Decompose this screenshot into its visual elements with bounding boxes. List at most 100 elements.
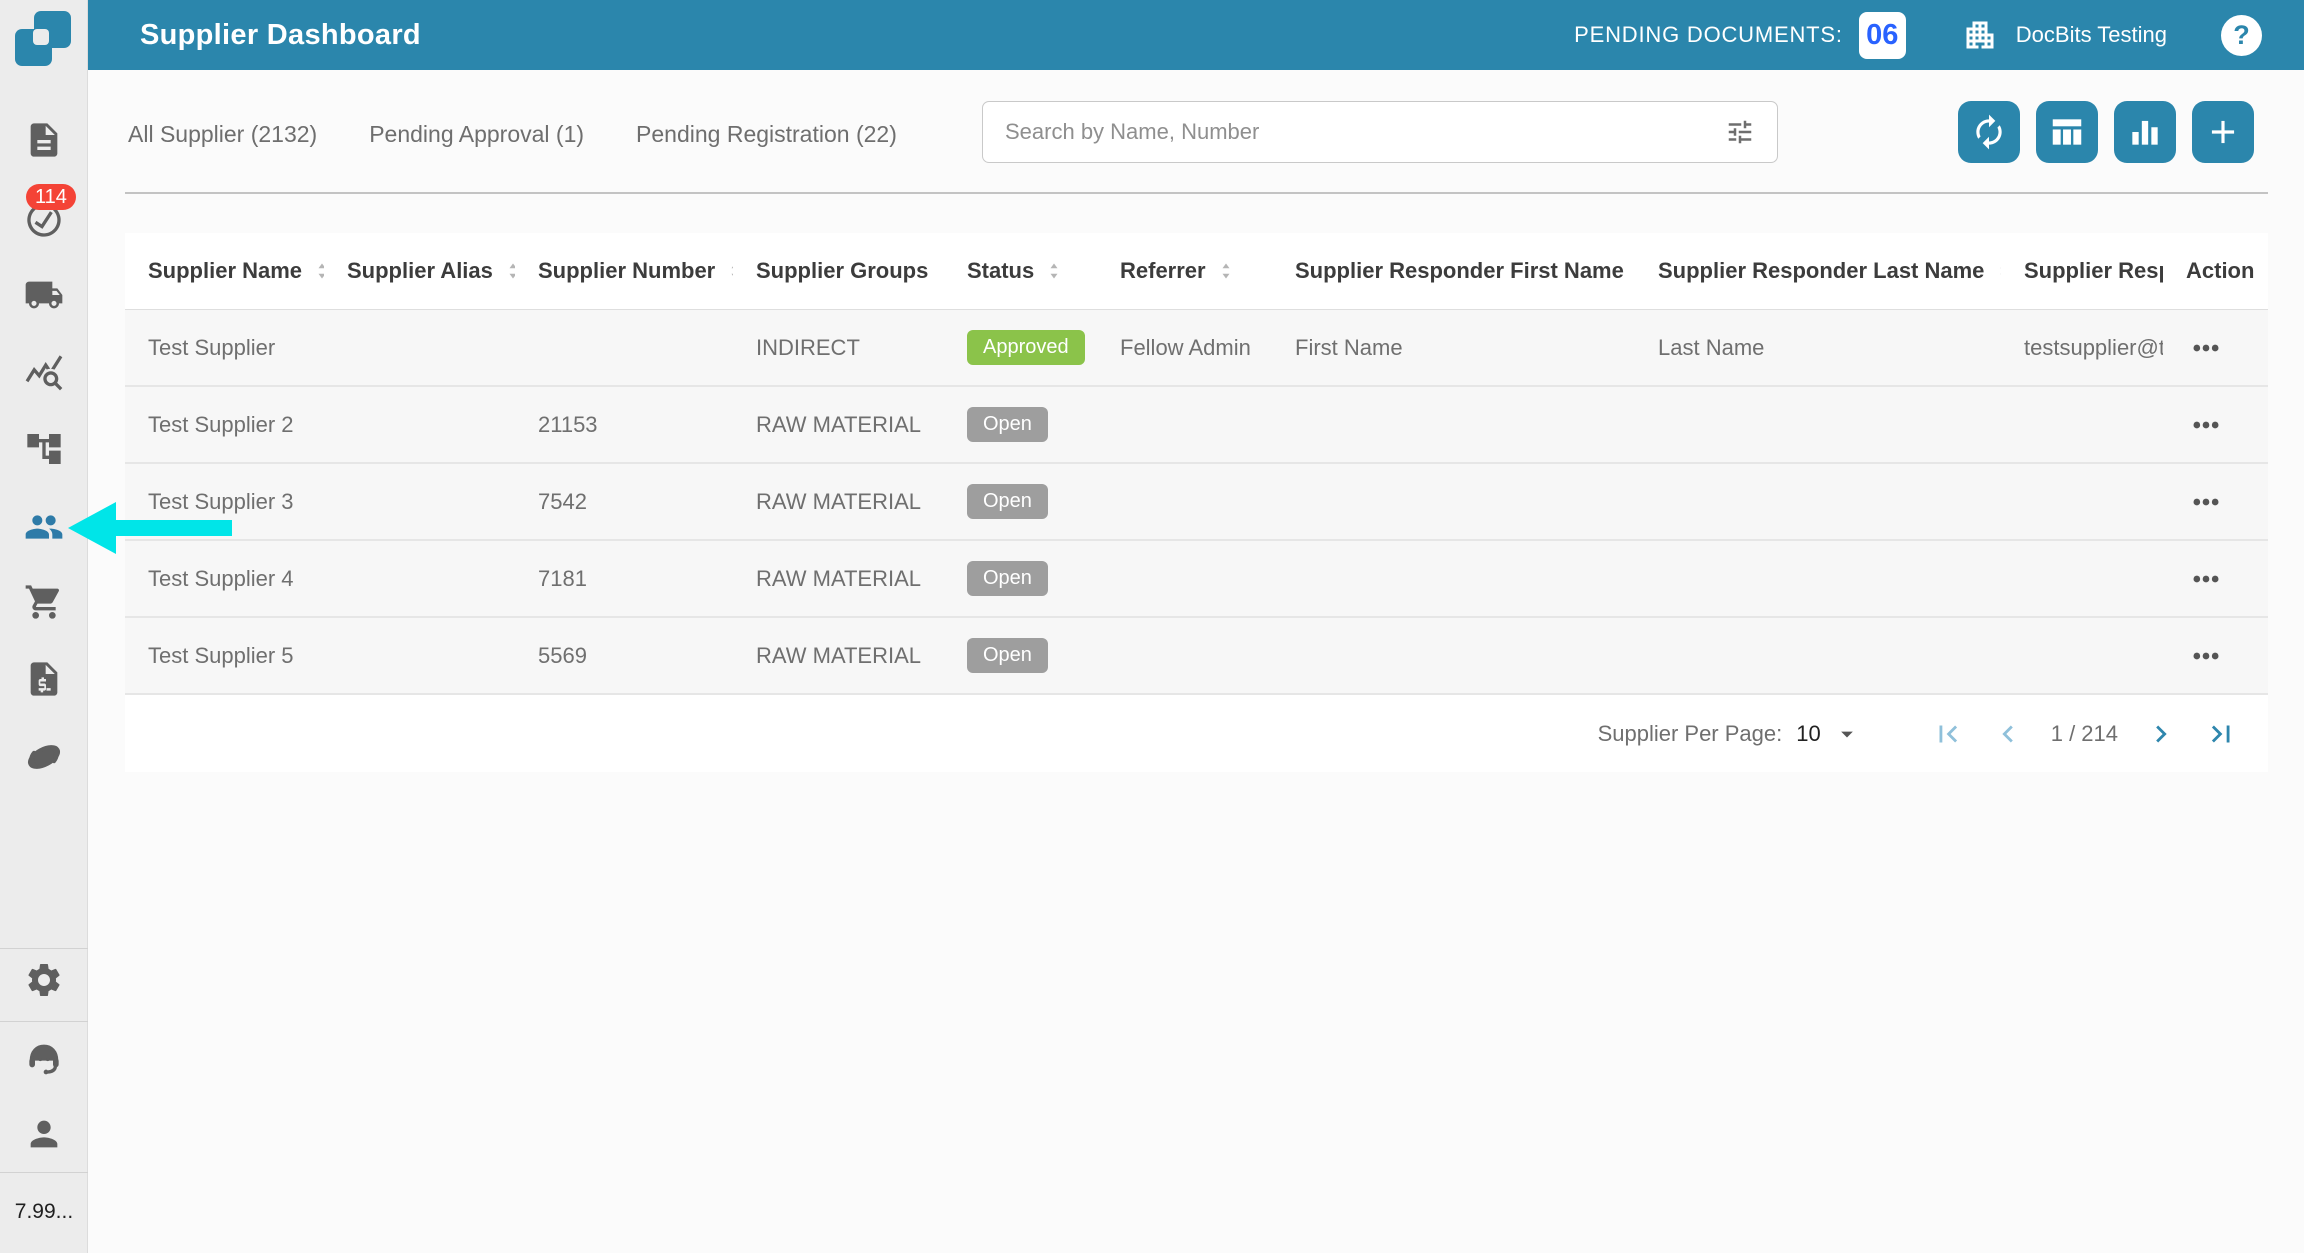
table-row[interactable]: Test Supplier 5 5569 RAW MATERIAL Open (125, 618, 2268, 695)
column-header-responder-first-name[interactable]: Supplier Responder First Name (1272, 257, 1635, 285)
per-page-select[interactable]: 10 (1796, 720, 1860, 748)
support-headset-icon[interactable] (0, 1037, 88, 1081)
documents-icon[interactable] (0, 118, 88, 162)
cell-referrer: Fellow Admin (1097, 335, 1272, 361)
sort-icon (723, 257, 733, 285)
row-actions-button[interactable] (2163, 559, 2268, 599)
cell-supplier-name: Test Supplier 3 (125, 489, 324, 515)
status-badge: Open (967, 407, 1048, 442)
column-header-referrer[interactable]: Referrer (1097, 257, 1272, 285)
table-row[interactable]: Test Supplier 2 21153 RAW MATERIAL Open (125, 387, 2268, 464)
row-actions-button[interactable] (2163, 405, 2268, 445)
analytics-icon[interactable] (0, 350, 88, 394)
account-person-icon[interactable] (0, 1112, 88, 1156)
invoices-icon[interactable] (0, 657, 88, 701)
add-supplier-button[interactable] (2192, 101, 2254, 163)
filter-tune-icon[interactable] (1725, 117, 1755, 147)
cell-supplier-number: 21153 (515, 412, 733, 438)
suppliers-people-icon[interactable] (0, 505, 88, 549)
approvals-count-badge: 114 (26, 184, 76, 210)
search-box (982, 101, 1778, 163)
cell-supplier-name: Test Supplier 4 (125, 566, 324, 592)
sidebar-divider (0, 948, 88, 949)
cell-supplier-groups: RAW MATERIAL (733, 643, 944, 669)
table-pagination: Supplier Per Page: 10 1 / 214 (125, 695, 2268, 772)
cell-supplier-groups: RAW MATERIAL (733, 566, 944, 592)
workflow-tree-icon[interactable] (0, 427, 88, 471)
table-columns-icon (2048, 113, 2086, 151)
cell-supplier-number: 7542 (515, 489, 733, 515)
more-options-icon (2186, 405, 2226, 445)
column-header-supplier-alias[interactable]: Supplier Alias (324, 257, 515, 285)
status-badge: Open (967, 561, 1048, 596)
page-title: Supplier Dashboard (140, 19, 421, 52)
first-page-icon (1931, 717, 1965, 751)
per-page-value: 10 (1796, 721, 1820, 747)
table-header-row: Supplier Name Supplier Alias Supplier Nu… (125, 233, 2268, 310)
cell-status: Open (944, 407, 1097, 442)
tab-pending-registration[interactable]: Pending Registration (22) (636, 121, 897, 148)
last-page-icon (2204, 717, 2238, 751)
cell-supplier-name: Test Supplier 5 (125, 643, 324, 669)
column-header-responder-email[interactable]: Supplier Resp (2001, 258, 2163, 284)
column-header-status[interactable]: Status (944, 257, 1097, 285)
next-page-button[interactable] (2144, 717, 2178, 751)
cell-supplier-name: Test Supplier 2 (125, 412, 324, 438)
logo-notch (33, 29, 49, 45)
tab-pending-approval[interactable]: Pending Approval (1) (369, 121, 584, 148)
organization-name[interactable]: DocBits Testing (2016, 22, 2167, 48)
integrations-orbit-icon[interactable] (0, 735, 88, 779)
cell-supplier-name: Test Supplier (125, 335, 324, 361)
status-badge: Approved (967, 330, 1085, 365)
refresh-icon (1970, 113, 2008, 151)
column-view-button[interactable] (2036, 101, 2098, 163)
first-page-button[interactable] (1931, 717, 1965, 751)
column-header-supplier-number[interactable]: Supplier Number (515, 257, 733, 285)
app-root: 114 (0, 0, 2304, 1253)
status-badge: Open (967, 484, 1048, 519)
shipping-truck-icon[interactable] (0, 273, 88, 317)
search-input[interactable] (1005, 119, 1725, 145)
sort-icon (501, 257, 515, 285)
cell-supplier-number: 7181 (515, 566, 733, 592)
cell-status: Open (944, 638, 1097, 673)
previous-page-button[interactable] (1991, 717, 2025, 751)
table-row[interactable]: Test Supplier 4 7181 RAW MATERIAL Open (125, 541, 2268, 618)
cell-supplier-groups: RAW MATERIAL (733, 489, 944, 515)
cell-status: Open (944, 561, 1097, 596)
row-actions-button[interactable] (2163, 482, 2268, 522)
organization-building-icon (1962, 17, 1998, 53)
more-options-icon (2186, 559, 2226, 599)
dropdown-caret-icon (1833, 720, 1861, 748)
column-header-responder-last-name[interactable]: Supplier Responder Last Name (1635, 257, 2001, 285)
table-row[interactable]: Test Supplier 3 7542 RAW MATERIAL Open (125, 464, 2268, 541)
sort-icon (1214, 257, 1238, 285)
pending-documents-label: PENDING DOCUMENTS: (1574, 22, 1843, 48)
cell-supplier-groups: INDIRECT (733, 335, 944, 361)
bar-chart-icon (2126, 113, 2164, 151)
cell-responder-last-name: Last Name (1635, 335, 2001, 361)
cell-status: Approved (944, 330, 1097, 365)
settings-gear-icon[interactable] (0, 958, 88, 1002)
column-header-supplier-name[interactable]: Supplier Name (125, 257, 324, 285)
docbits-logo[interactable] (0, 0, 88, 70)
chevron-left-icon (1991, 717, 2025, 751)
help-button[interactable]: ? (2221, 15, 2262, 56)
sidebar: 114 (0, 0, 88, 1253)
refresh-button[interactable] (1958, 101, 2020, 163)
tab-all-supplier[interactable]: All Supplier (2132) (128, 121, 317, 148)
sort-icon (1042, 257, 1066, 285)
main-content: All Supplier (2132) Pending Approval (1)… (88, 70, 2304, 1253)
row-actions-button[interactable] (2163, 636, 2268, 676)
row-actions-button[interactable] (2163, 328, 2268, 368)
last-page-button[interactable] (2204, 717, 2238, 751)
chart-view-button[interactable] (2114, 101, 2176, 163)
status-badge: Open (967, 638, 1048, 673)
purchase-cart-icon[interactable] (0, 580, 88, 624)
table-row[interactable]: Test Supplier INDIRECT Approved Fellow A… (125, 310, 2268, 387)
column-header-supplier-groups[interactable]: Supplier Groups (733, 257, 944, 285)
sort-icon (310, 257, 324, 285)
per-page-label: Supplier Per Page: (1598, 721, 1783, 747)
app-version: 7.99... (0, 1200, 88, 1224)
sort-icon (1992, 257, 2001, 285)
